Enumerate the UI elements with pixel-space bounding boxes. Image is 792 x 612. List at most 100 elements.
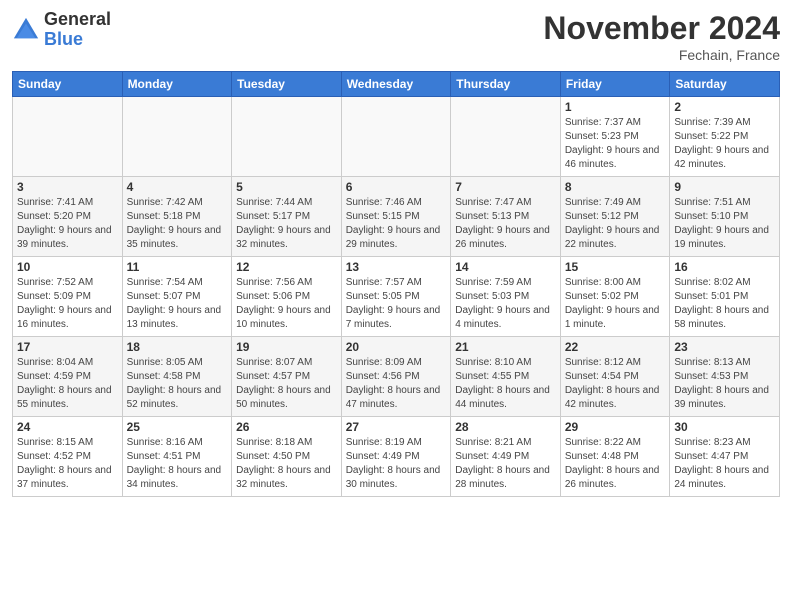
day-info: Sunrise: 8:07 AM Sunset: 4:57 PM Dayligh… (236, 356, 337, 412)
day-number: 19 (236, 340, 337, 354)
day-info: Sunrise: 8:00 AM Sunset: 5:02 PM Dayligh… (565, 276, 666, 332)
logo: General Blue (12, 10, 111, 50)
weekday-header-wednesday: Wednesday (341, 72, 451, 97)
logo-blue: Blue (44, 30, 111, 50)
calendar-cell: 7 Sunrise: 7:47 AM Sunset: 5:13 PM Daylig… (451, 177, 561, 257)
day-number: 23 (674, 340, 775, 354)
weekday-header-sunday: Sunday (13, 72, 123, 97)
calendar-cell: 19 Sunrise: 8:07 AM Sunset: 4:57 PM Dayli… (232, 337, 342, 417)
calendar-cell (13, 97, 123, 177)
month-title: November 2024 (543, 10, 780, 47)
week-row-3: 10Sunrise: 7:52 AM Sunset: 5:09 PM Dayli… (13, 257, 780, 337)
day-info: Sunrise: 7:47 AM Sunset: 5:13 PM Dayligh… (455, 196, 556, 252)
calendar-cell: 8 Sunrise: 7:49 AM Sunset: 5:12 PM Daylig… (560, 177, 670, 257)
calendar-cell: 25 Sunrise: 8:16 AM Sunset: 4:51 PM Dayli… (122, 417, 232, 497)
day-info: Sunrise: 8:19 AM Sunset: 4:49 PM Dayligh… (346, 436, 447, 492)
day-info: Sunrise: 7:59 AM Sunset: 5:03 PM Dayligh… (455, 276, 556, 332)
day-number: 9 (674, 180, 775, 194)
day-info: Sunrise: 7:49 AM Sunset: 5:12 PM Dayligh… (565, 196, 666, 252)
day-number: 29 (565, 420, 666, 434)
logo-text: General Blue (44, 10, 111, 50)
day-number: 11 (127, 260, 228, 274)
calendar-cell: 27 Sunrise: 8:19 AM Sunset: 4:49 PM Dayli… (341, 417, 451, 497)
day-number: 7 (455, 180, 556, 194)
weekday-header-friday: Friday (560, 72, 670, 97)
calendar-cell: 26Sunrise: 8:18 AM Sunset: 4:50 PM Dayli… (232, 417, 342, 497)
calendar-cell: 23 Sunrise: 8:13 AM Sunset: 4:53 PM Dayli… (670, 337, 780, 417)
day-number: 27 (346, 420, 447, 434)
day-info: Sunrise: 8:15 AM Sunset: 4:52 PM Dayligh… (17, 436, 118, 492)
calendar-cell: 5Sunrise: 7:44 AM Sunset: 5:17 PM Daylig… (232, 177, 342, 257)
day-number: 24 (17, 420, 118, 434)
day-info: Sunrise: 8:02 AM Sunset: 5:01 PM Dayligh… (674, 276, 775, 332)
calendar-cell: 14 Sunrise: 7:59 AM Sunset: 5:03 PM Dayli… (451, 257, 561, 337)
day-number: 22 (565, 340, 666, 354)
day-info: Sunrise: 8:13 AM Sunset: 4:53 PM Dayligh… (674, 356, 775, 412)
logo-general: General (44, 10, 111, 30)
weekday-header-thursday: Thursday (451, 72, 561, 97)
day-info: Sunrise: 8:16 AM Sunset: 4:51 PM Dayligh… (127, 436, 228, 492)
day-info: Sunrise: 8:21 AM Sunset: 4:49 PM Dayligh… (455, 436, 556, 492)
calendar-cell: 30 Sunrise: 8:23 AM Sunset: 4:47 PM Dayli… (670, 417, 780, 497)
logo-icon (12, 16, 40, 44)
day-number: 15 (565, 260, 666, 274)
day-info: Sunrise: 8:05 AM Sunset: 4:58 PM Dayligh… (127, 356, 228, 412)
calendar: SundayMondayTuesdayWednesdayThursdayFrid… (12, 71, 780, 497)
calendar-cell (122, 97, 232, 177)
week-row-1: 1Sunrise: 7:37 AM Sunset: 5:23 PM Daylig… (13, 97, 780, 177)
day-info: Sunrise: 7:42 AM Sunset: 5:18 PM Dayligh… (127, 196, 228, 252)
day-number: 4 (127, 180, 228, 194)
day-number: 8 (565, 180, 666, 194)
day-info: Sunrise: 8:09 AM Sunset: 4:56 PM Dayligh… (346, 356, 447, 412)
day-number: 2 (674, 100, 775, 114)
calendar-cell: 13 Sunrise: 7:57 AM Sunset: 5:05 PM Dayli… (341, 257, 451, 337)
day-info: Sunrise: 7:56 AM Sunset: 5:06 PM Dayligh… (236, 276, 337, 332)
calendar-header: SundayMondayTuesdayWednesdayThursdayFrid… (13, 72, 780, 97)
calendar-cell: 28 Sunrise: 8:21 AM Sunset: 4:49 PM Dayli… (451, 417, 561, 497)
day-info: Sunrise: 8:23 AM Sunset: 4:47 PM Dayligh… (674, 436, 775, 492)
day-info: Sunrise: 7:51 AM Sunset: 5:10 PM Dayligh… (674, 196, 775, 252)
calendar-cell: 9 Sunrise: 7:51 AM Sunset: 5:10 PM Daylig… (670, 177, 780, 257)
day-info: Sunrise: 8:10 AM Sunset: 4:55 PM Dayligh… (455, 356, 556, 412)
day-info: Sunrise: 7:46 AM Sunset: 5:15 PM Dayligh… (346, 196, 447, 252)
day-number: 25 (127, 420, 228, 434)
weekday-header-saturday: Saturday (670, 72, 780, 97)
calendar-cell: 6 Sunrise: 7:46 AM Sunset: 5:15 PM Daylig… (341, 177, 451, 257)
calendar-cell: 17Sunrise: 8:04 AM Sunset: 4:59 PM Dayli… (13, 337, 123, 417)
weekday-header-monday: Monday (122, 72, 232, 97)
calendar-cell: 21 Sunrise: 8:10 AM Sunset: 4:55 PM Dayli… (451, 337, 561, 417)
day-number: 13 (346, 260, 447, 274)
day-number: 17 (17, 340, 118, 354)
calendar-cell: 1Sunrise: 7:37 AM Sunset: 5:23 PM Daylig… (560, 97, 670, 177)
day-number: 28 (455, 420, 556, 434)
calendar-cell: 18Sunrise: 8:05 AM Sunset: 4:58 PM Dayli… (122, 337, 232, 417)
title-block: November 2024 Fechain, France (543, 10, 780, 63)
calendar-cell: 20 Sunrise: 8:09 AM Sunset: 4:56 PM Dayli… (341, 337, 451, 417)
day-number: 12 (236, 260, 337, 274)
calendar-cell: 24 Sunrise: 8:15 AM Sunset: 4:52 PM Dayli… (13, 417, 123, 497)
calendar-cell: 11Sunrise: 7:54 AM Sunset: 5:07 PM Dayli… (122, 257, 232, 337)
calendar-cell: 15 Sunrise: 8:00 AM Sunset: 5:02 PM Dayli… (560, 257, 670, 337)
day-number: 30 (674, 420, 775, 434)
day-number: 16 (674, 260, 775, 274)
weekday-header-tuesday: Tuesday (232, 72, 342, 97)
day-number: 14 (455, 260, 556, 274)
day-info: Sunrise: 7:57 AM Sunset: 5:05 PM Dayligh… (346, 276, 447, 332)
day-info: Sunrise: 8:22 AM Sunset: 4:48 PM Dayligh… (565, 436, 666, 492)
calendar-cell: 22 Sunrise: 8:12 AM Sunset: 4:54 PM Dayli… (560, 337, 670, 417)
calendar-cell: 3Sunrise: 7:41 AM Sunset: 5:20 PM Daylig… (13, 177, 123, 257)
week-row-2: 3Sunrise: 7:41 AM Sunset: 5:20 PM Daylig… (13, 177, 780, 257)
day-number: 21 (455, 340, 556, 354)
calendar-body: 1Sunrise: 7:37 AM Sunset: 5:23 PM Daylig… (13, 97, 780, 497)
page-container: General Blue November 2024 Fechain, Fran… (0, 0, 792, 505)
calendar-cell: 29 Sunrise: 8:22 AM Sunset: 4:48 PM Dayli… (560, 417, 670, 497)
day-number: 6 (346, 180, 447, 194)
day-info: Sunrise: 8:12 AM Sunset: 4:54 PM Dayligh… (565, 356, 666, 412)
day-number: 3 (17, 180, 118, 194)
day-number: 1 (565, 100, 666, 114)
calendar-cell (232, 97, 342, 177)
calendar-cell: 12 Sunrise: 7:56 AM Sunset: 5:06 PM Dayli… (232, 257, 342, 337)
header: General Blue November 2024 Fechain, Fran… (12, 10, 780, 63)
calendar-cell (451, 97, 561, 177)
day-number: 20 (346, 340, 447, 354)
